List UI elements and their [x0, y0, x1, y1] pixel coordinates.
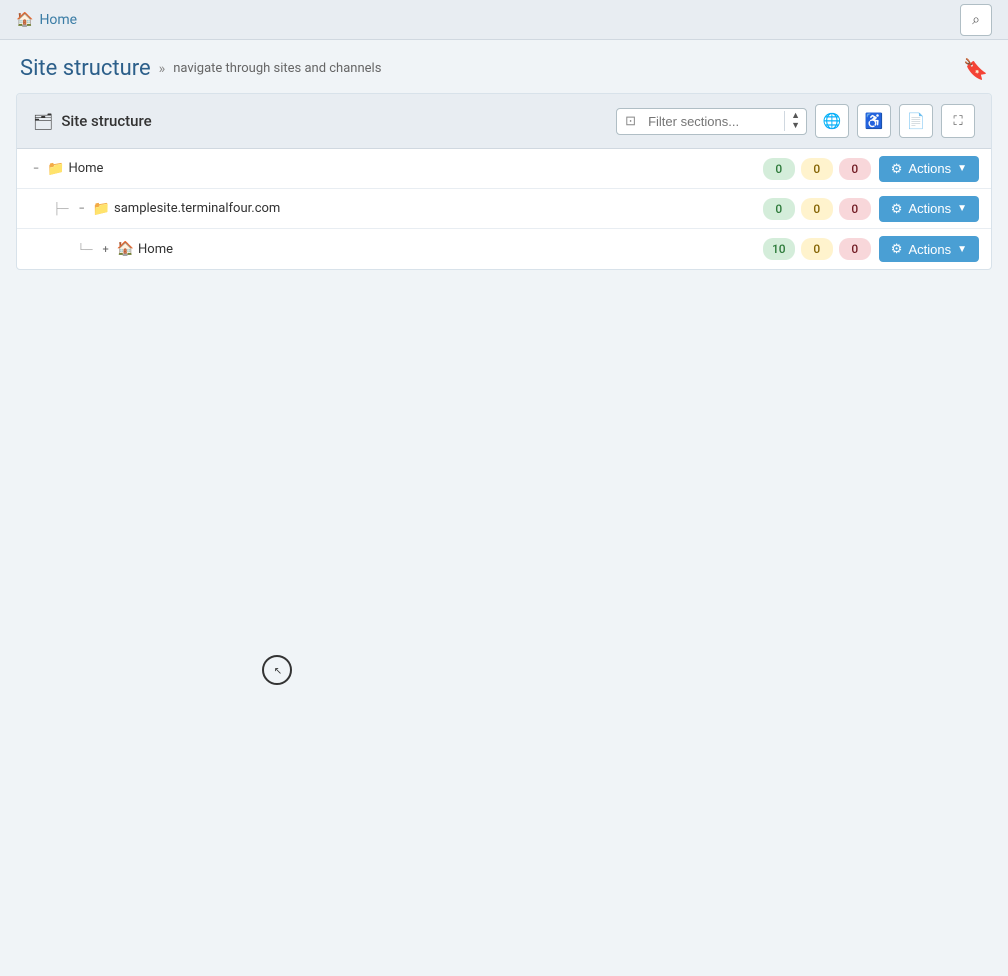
badge-green: 10: [763, 238, 795, 260]
tree-connector: └─: [77, 243, 93, 256]
card-header-title-area: 🗂 Site structure: [33, 112, 152, 131]
document-icon: 📄: [907, 112, 926, 130]
actions-button[interactable]: ⚙ Actions ▼: [879, 156, 979, 182]
folder-icon: 📁: [93, 201, 110, 217]
gear-icon: ⚙: [891, 241, 903, 257]
gear-icon: ⚙: [891, 201, 903, 217]
sort-up-icon: ▲: [791, 111, 800, 121]
main-card: 🗂 Site structure ⊡ ▲ ▼ 🌐 ♿ 📄 ⛶: [16, 93, 992, 270]
row-label: Home: [68, 161, 103, 176]
expand-icon[interactable]: +: [99, 243, 113, 256]
search-icon: ⌕: [972, 12, 980, 28]
chevron-down-icon: ▼: [957, 163, 967, 174]
expand-button[interactable]: ⛶: [941, 104, 975, 138]
home-link[interactable]: 🏠 Home: [16, 12, 77, 28]
home-page-icon: 🏠: [117, 241, 134, 257]
filter-sections-wrapper[interactable]: ⊡ ▲ ▼: [616, 108, 807, 135]
badge-yellow: 0: [801, 158, 833, 180]
accessibility-icon: ♿: [865, 112, 884, 130]
card-title: Site structure: [61, 112, 151, 130]
card-header: 🗂 Site structure ⊡ ▲ ▼ 🌐 ♿ 📄 ⛶: [17, 94, 991, 149]
sort-down-icon: ▼: [791, 121, 800, 131]
badge-yellow: 0: [801, 238, 833, 260]
badge-red: 0: [839, 158, 871, 180]
table-row: − 📁 Home 0 0 0 ⚙ Actions ▼: [17, 149, 991, 189]
filter-sort-arrows[interactable]: ▲ ▼: [784, 111, 806, 131]
cursor-indicator: ↖: [262, 655, 292, 685]
document-button[interactable]: 📄: [899, 104, 933, 138]
home-icon: 🏠: [16, 12, 33, 28]
table-row: └─ + 🏠 Home 10 0 0 ⚙ Actions ▼: [17, 229, 991, 269]
badge-red: 0: [839, 198, 871, 220]
actions-button[interactable]: ⚙ Actions ▼: [879, 196, 979, 222]
badge-group: 10 0 0: [763, 238, 871, 260]
breadcrumb-separator: »: [159, 61, 166, 77]
badge-group: 0 0 0: [763, 158, 871, 180]
collapse-icon[interactable]: −: [75, 202, 89, 215]
gear-icon: ⚙: [891, 161, 903, 177]
search-button[interactable]: ⌕: [960, 4, 992, 36]
badge-green: 0: [763, 158, 795, 180]
expand-icon: ⛶: [953, 114, 962, 129]
filter-icon: ⊡: [617, 114, 644, 129]
row-label: samplesite.terminalfour.com: [114, 201, 280, 216]
folder-icon: 📁: [47, 161, 64, 177]
badge-green: 0: [763, 198, 795, 220]
actions-label: Actions: [908, 242, 951, 257]
page-header: Site structure » navigate through sites …: [0, 40, 1008, 93]
table-row: ├─ − 📁 samplesite.terminalfour.com 0 0 0…: [17, 189, 991, 229]
page-title: Site structure: [20, 56, 151, 81]
bookmark-button[interactable]: 🔖: [963, 57, 988, 81]
tree-connector: ├─: [53, 202, 69, 215]
row-label-area: ├─ − 📁 samplesite.terminalfour.com: [53, 201, 763, 217]
actions-label: Actions: [908, 201, 951, 216]
badge-group: 0 0 0: [763, 198, 871, 220]
page-subtitle: navigate through sites and channels: [173, 61, 381, 76]
card-header-actions: ⊡ ▲ ▼ 🌐 ♿ 📄 ⛶: [616, 104, 975, 138]
collapse-icon[interactable]: −: [29, 162, 43, 175]
filter-sections-input[interactable]: [644, 109, 784, 134]
row-label-area: └─ + 🏠 Home: [77, 241, 763, 257]
home-label: Home: [39, 12, 77, 28]
tree-table: − 📁 Home 0 0 0 ⚙ Actions ▼ ├─ − 📁 sample…: [17, 149, 991, 269]
chevron-down-icon: ▼: [957, 244, 967, 255]
globe-icon: 🌐: [823, 112, 842, 130]
accessibility-button[interactable]: ♿: [857, 104, 891, 138]
globe-button[interactable]: 🌐: [815, 104, 849, 138]
cursor-arrow: ↖: [274, 666, 282, 677]
actions-label: Actions: [908, 161, 951, 176]
row-label-area: − 📁 Home: [29, 161, 763, 177]
chevron-down-icon: ▼: [957, 203, 967, 214]
page-header-left: Site structure » navigate through sites …: [20, 56, 381, 81]
top-navigation: 🏠 Home ⌕: [0, 0, 1008, 40]
row-label: Home: [138, 242, 173, 257]
actions-button[interactable]: ⚙ Actions ▼: [879, 236, 979, 262]
badge-red: 0: [839, 238, 871, 260]
badge-yellow: 0: [801, 198, 833, 220]
sitemap-icon: 🗂: [33, 112, 53, 131]
